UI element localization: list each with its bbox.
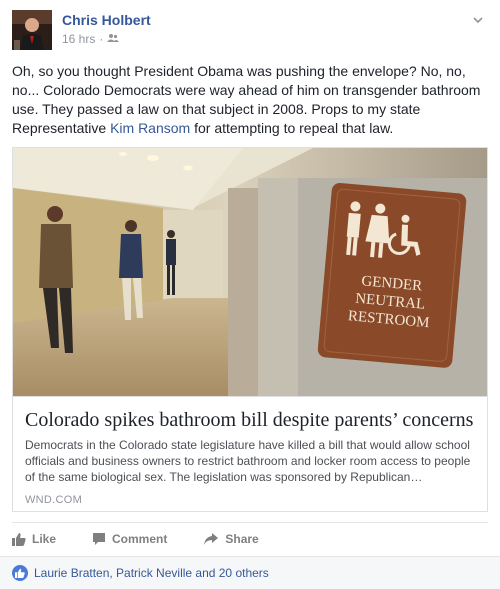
link-description: Democrats in the Colorado state legislat… bbox=[25, 438, 471, 484]
author-name[interactable]: Chris Holbert bbox=[62, 12, 151, 28]
comment-button[interactable]: Comment bbox=[92, 523, 167, 555]
reactions-bar: Laurie Bratten, Patrick Neville and 20 o… bbox=[0, 556, 500, 589]
thumbs-up-icon bbox=[12, 532, 26, 546]
facebook-post: Chris Holbert 16 hrs · Oh, so you though… bbox=[0, 0, 500, 589]
mention-link[interactable]: Kim Ransom bbox=[110, 120, 190, 136]
reactions-text[interactable]: Laurie Bratten, Patrick Neville and 20 o… bbox=[34, 566, 269, 580]
share-button[interactable]: Share bbox=[203, 523, 259, 555]
post-text-after: for attempting to repeal that law. bbox=[190, 120, 394, 136]
link-source: WND.COM bbox=[25, 494, 83, 506]
post-header: Chris Holbert 16 hrs · bbox=[12, 10, 488, 52]
link-preview-image[interactable]: GENDER NEUTRAL RESTROOM bbox=[13, 148, 487, 396]
comment-label: Comment bbox=[112, 531, 168, 546]
link-preview-body[interactable]: Colorado spikes bathroom bill despite pa… bbox=[13, 396, 487, 511]
share-label: Share bbox=[225, 531, 259, 546]
like-label: Like bbox=[32, 531, 57, 546]
link-title[interactable]: Colorado spikes bathroom bill despite pa… bbox=[25, 407, 475, 433]
friends-icon[interactable] bbox=[107, 32, 120, 46]
chevron-down-icon[interactable] bbox=[470, 12, 486, 28]
post-meta: 16 hrs · bbox=[62, 32, 120, 46]
comment-icon bbox=[92, 532, 106, 546]
like-reaction-icon[interactable] bbox=[12, 565, 28, 581]
post-text: Oh, so you thought President Obama was p… bbox=[12, 62, 482, 138]
share-icon bbox=[203, 532, 219, 546]
separator-dot: · bbox=[99, 32, 104, 46]
post-actions: Like Comment Share bbox=[12, 522, 488, 554]
post-time[interactable]: 16 hrs bbox=[62, 32, 95, 46]
avatar[interactable] bbox=[12, 10, 52, 50]
link-preview-card[interactable]: GENDER NEUTRAL RESTROOM Colorado spikes … bbox=[12, 147, 488, 512]
like-button[interactable]: Like bbox=[12, 523, 56, 555]
